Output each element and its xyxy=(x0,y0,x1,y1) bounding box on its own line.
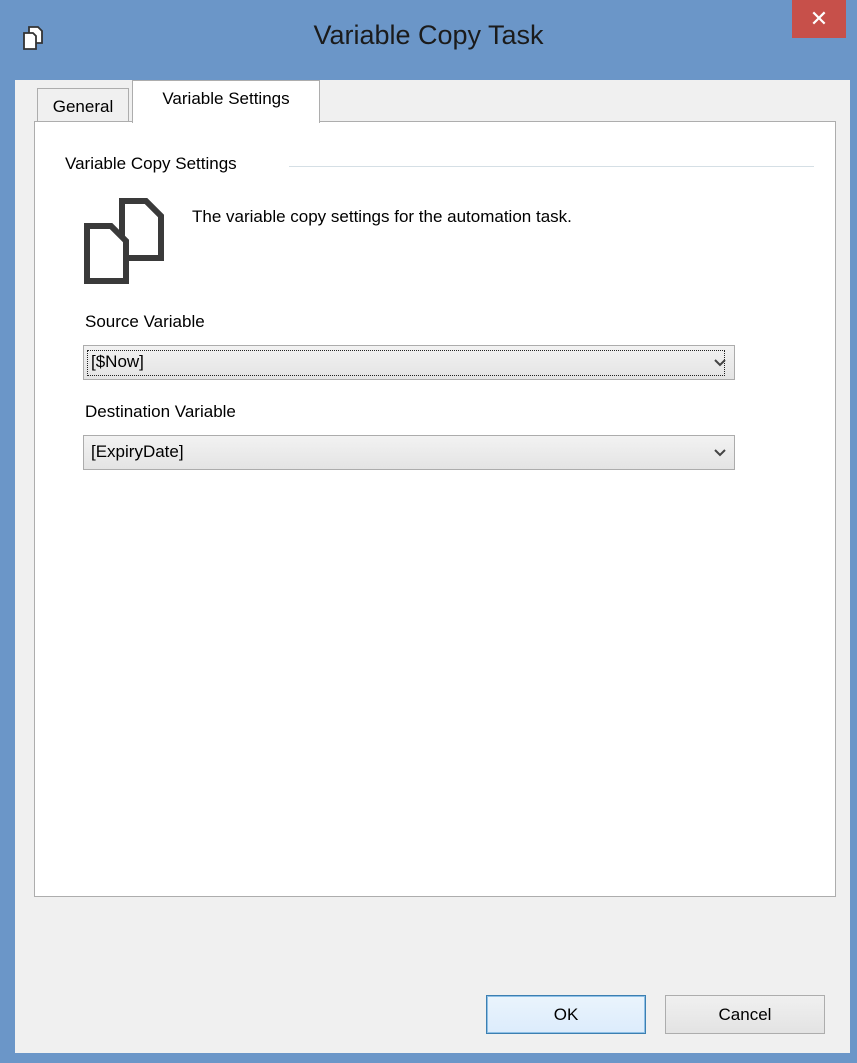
close-button[interactable]: ✕ xyxy=(792,0,846,38)
dialog-window: Variable Copy Task ✕ General Variable Se… xyxy=(0,0,857,1063)
group-divider xyxy=(289,166,814,167)
window-title: Variable Copy Task xyxy=(313,20,544,50)
close-icon: ✕ xyxy=(809,6,829,31)
source-variable-label: Source Variable xyxy=(85,312,205,331)
variable-settings-panel: Variable Copy Settings The variable copy… xyxy=(34,121,836,897)
ok-button[interactable]: OK xyxy=(486,995,646,1034)
group-title: Variable Copy Settings xyxy=(65,154,237,173)
description-text: The variable copy settings for the autom… xyxy=(192,207,572,226)
destination-variable-value: [ExpiryDate] xyxy=(91,442,184,461)
title-bar[interactable]: Variable Copy Task ✕ xyxy=(0,0,857,80)
chevron-down-icon xyxy=(714,359,726,367)
destination-variable-label: Destination Variable xyxy=(85,402,236,421)
source-variable-select[interactable]: [$Now] xyxy=(83,345,735,380)
source-variable-value: [$Now] xyxy=(87,350,725,376)
tab-variable-settings[interactable]: Variable Settings xyxy=(132,80,320,123)
dialog-client-area: General Variable Settings Variable Copy … xyxy=(15,80,850,1053)
destination-variable-select[interactable]: [ExpiryDate] xyxy=(83,435,735,470)
chevron-down-icon xyxy=(714,449,726,457)
tab-general[interactable]: General xyxy=(37,88,129,122)
copy-documents-icon xyxy=(84,198,164,284)
cancel-button[interactable]: Cancel xyxy=(665,995,825,1034)
